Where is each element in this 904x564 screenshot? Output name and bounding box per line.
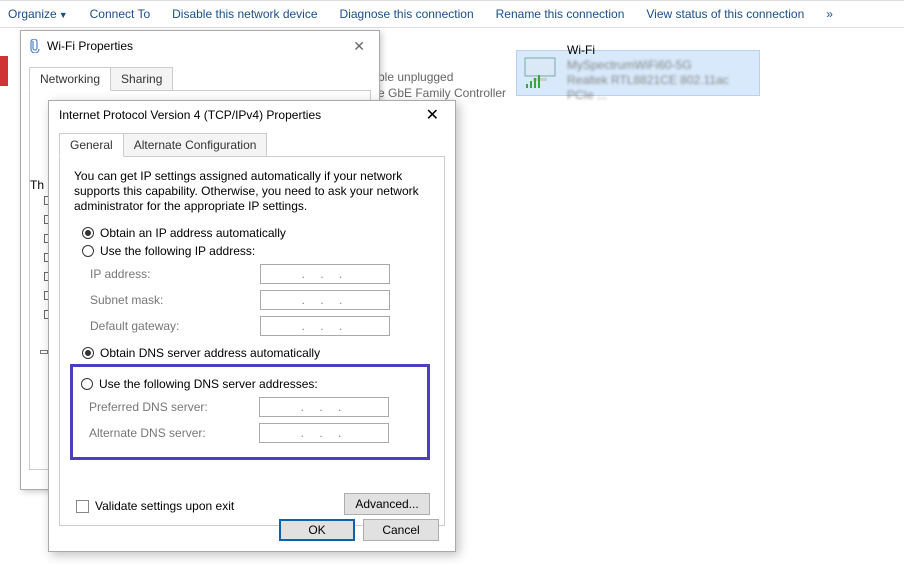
radio-icon — [81, 378, 93, 390]
wifi-tile-ssid: MySpectrumWiFi60-5G — [567, 58, 753, 73]
wifi-properties-titlebar: Wi-Fi Properties ✕ — [21, 31, 379, 61]
radio-ip-auto[interactable]: Obtain an IP address automatically — [82, 226, 430, 240]
paperclip-icon — [29, 39, 41, 53]
preferred-dns-label: Preferred DNS server: — [89, 400, 259, 414]
cancel-button[interactable]: Cancel — [363, 519, 439, 541]
wifi-properties-title: Wi-Fi Properties — [47, 39, 133, 53]
ip-address-input[interactable]: . . . — [260, 264, 390, 284]
subnet-mask-label: Subnet mask: — [90, 293, 260, 307]
validate-settings-label: Validate settings upon exit — [95, 499, 234, 513]
toolbar-rename[interactable]: Rename this connection — [496, 7, 625, 21]
radio-icon — [82, 227, 94, 239]
toolbar-disable[interactable]: Disable this network device — [172, 7, 317, 21]
tab-general[interactable]: General — [59, 133, 124, 157]
close-icon[interactable]: ✕ — [347, 36, 371, 57]
validate-settings-row[interactable]: Validate settings upon exit — [76, 499, 234, 513]
radio-dns-manual[interactable]: Use the following DNS server addresses: — [81, 377, 419, 391]
ipv4-titlebar: Internet Protocol Version 4 (TCP/IPv4) P… — [49, 101, 455, 129]
preferred-dns-input[interactable]: . . . — [259, 397, 389, 417]
tab-sharing[interactable]: Sharing — [111, 67, 173, 91]
selection-edge — [0, 56, 8, 86]
subnet-mask-input[interactable]: . . . — [260, 290, 390, 310]
dns-section-highlight: Use the following DNS server addresses: … — [70, 364, 430, 460]
tab-networking[interactable]: Networking — [29, 67, 111, 91]
default-gateway-input[interactable]: . . . — [260, 316, 390, 336]
default-gateway-label: Default gateway: — [90, 319, 260, 333]
alternate-dns-label: Alternate DNS server: — [89, 426, 259, 440]
ipv4-title: Internet Protocol Version 4 (TCP/IPv4) P… — [59, 108, 321, 122]
checkbox-icon — [76, 500, 89, 513]
ipv4-properties-dialog: Internet Protocol Version 4 (TCP/IPv4) P… — [48, 100, 456, 552]
radio-ip-manual[interactable]: Use the following IP address: — [82, 244, 430, 258]
radio-dns-auto[interactable]: Obtain DNS server address automatically — [82, 346, 430, 360]
bg-text-unplugged: ble unplugged — [378, 70, 453, 84]
chevron-down-icon: ▼ — [57, 10, 68, 20]
radio-ip-auto-label: Obtain an IP address automatically — [100, 226, 286, 240]
radio-dns-manual-label: Use the following DNS server addresses: — [99, 377, 318, 391]
tab-alternate-configuration[interactable]: Alternate Configuration — [124, 133, 268, 157]
wifi-tile-title: Wi-Fi — [567, 43, 753, 58]
toolbar-more[interactable]: » — [826, 7, 833, 21]
radio-ip-manual-label: Use the following IP address: — [100, 244, 255, 258]
bg-underbar — [40, 350, 48, 354]
radio-icon — [82, 347, 94, 359]
bg-th-label: Th — [30, 178, 44, 192]
advanced-button[interactable]: Advanced... — [344, 493, 430, 515]
ok-button[interactable]: OK — [279, 519, 355, 541]
ipv4-description: You can get IP settings assigned automat… — [74, 169, 430, 214]
bg-text-controller: e GbE Family Controller — [378, 86, 506, 100]
ip-address-label: IP address: — [90, 267, 260, 281]
wifi-tile-adapter: Realtek RTL8821CE 802.11ac PCIe ... — [567, 73, 753, 103]
radio-icon — [82, 245, 94, 257]
alternate-dns-input[interactable]: . . . — [259, 423, 389, 443]
toolbar-organize[interactable]: Organize▼ — [8, 7, 68, 21]
explorer-toolbar: Organize▼ Connect To Disable this networ… — [0, 0, 904, 28]
toolbar-diagnose[interactable]: Diagnose this connection — [340, 7, 474, 21]
toolbar-view-status[interactable]: View status of this connection — [646, 7, 804, 21]
wifi-adapter-icon — [523, 53, 561, 93]
radio-dns-auto-label: Obtain DNS server address automatically — [100, 346, 320, 360]
network-connection-wifi[interactable]: Wi-Fi MySpectrumWiFi60-5G Realtek RTL882… — [516, 50, 760, 96]
close-icon[interactable]: ✕ — [420, 105, 445, 125]
toolbar-connect[interactable]: Connect To — [90, 7, 151, 21]
wifi-tile-text: Wi-Fi MySpectrumWiFi60-5G Realtek RTL882… — [567, 43, 753, 103]
